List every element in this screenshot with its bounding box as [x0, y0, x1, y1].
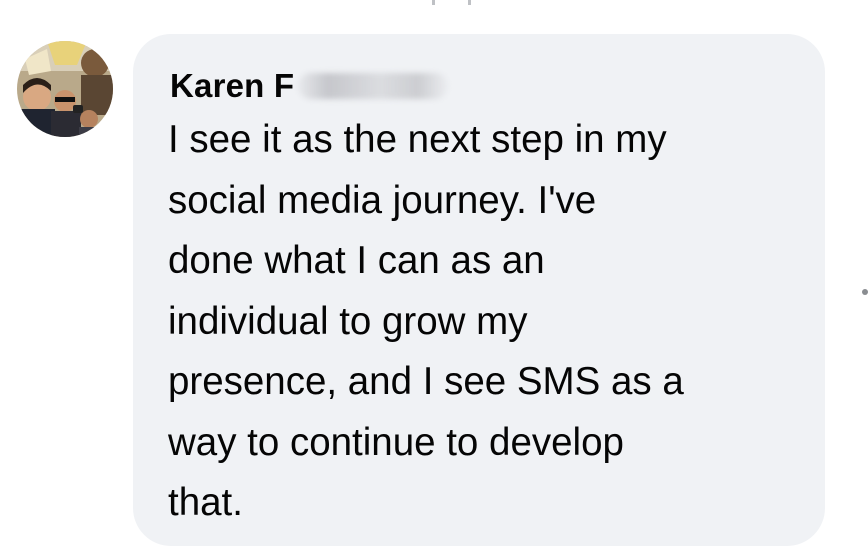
author-name-link[interactable]: Karen F: [170, 67, 294, 105]
avatar[interactable]: [17, 41, 113, 137]
group-photo-avatar-icon: [17, 41, 113, 137]
author-row: Karen F: [170, 66, 449, 106]
top-edge-artifact: [432, 0, 471, 5]
comment-text: I see it as the next step in my social m…: [168, 118, 684, 524]
redacted-name-blur: [298, 73, 449, 99]
comment-view: Karen F I see it as the next step in my …: [0, 0, 868, 554]
edge-dot: [862, 289, 868, 295]
